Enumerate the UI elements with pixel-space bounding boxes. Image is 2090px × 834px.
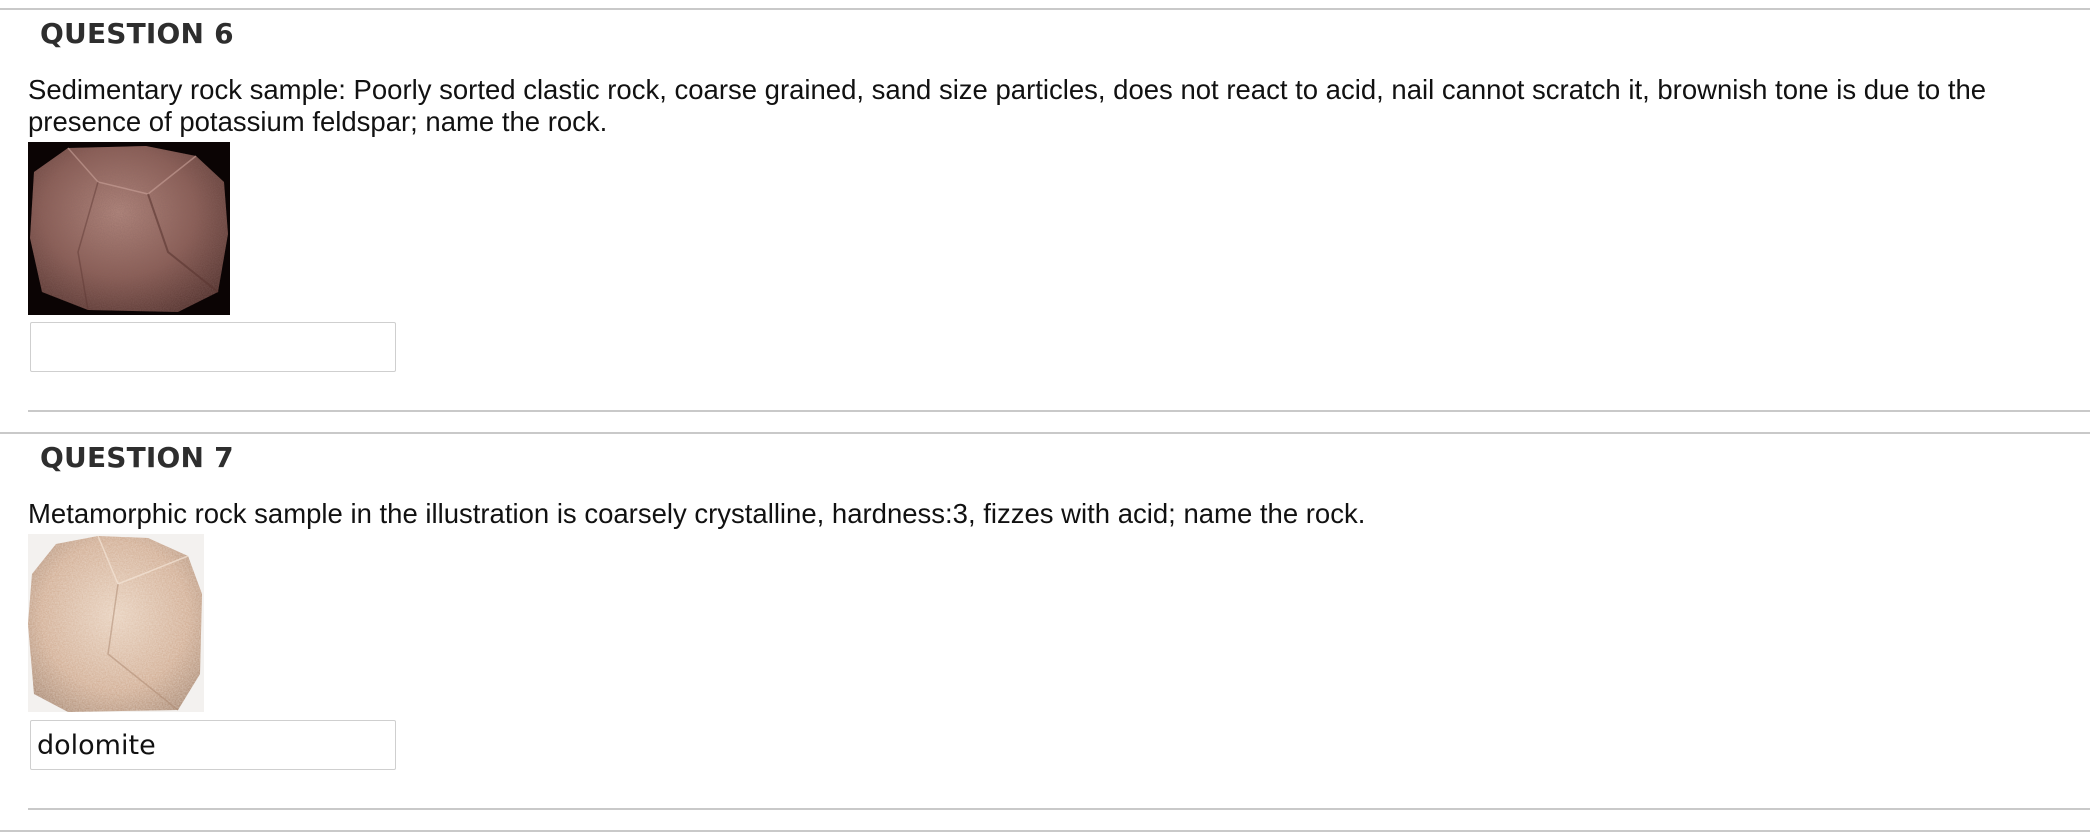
rock-image-sandstone [28, 142, 230, 315]
divider [0, 432, 2090, 434]
divider [0, 830, 2090, 832]
divider [0, 8, 2090, 10]
divider [28, 808, 2090, 810]
question-7-text: Metamorphic rock sample in the illustrat… [28, 498, 1366, 529]
question-6-title: QUESTION 6 [40, 17, 234, 50]
divider [28, 410, 2090, 412]
question-6-answer-input[interactable] [30, 322, 396, 372]
dolomite-rock-picture [28, 535, 202, 712]
arkose-rock-picture [30, 146, 228, 312]
rock-image-metamorphic [28, 534, 204, 712]
question-6-text: Sedimentary rock sample: Poorly sorted c… [28, 74, 1987, 137]
question-7-answer-input[interactable] [30, 720, 396, 770]
question-7-title: QUESTION 7 [40, 441, 234, 474]
